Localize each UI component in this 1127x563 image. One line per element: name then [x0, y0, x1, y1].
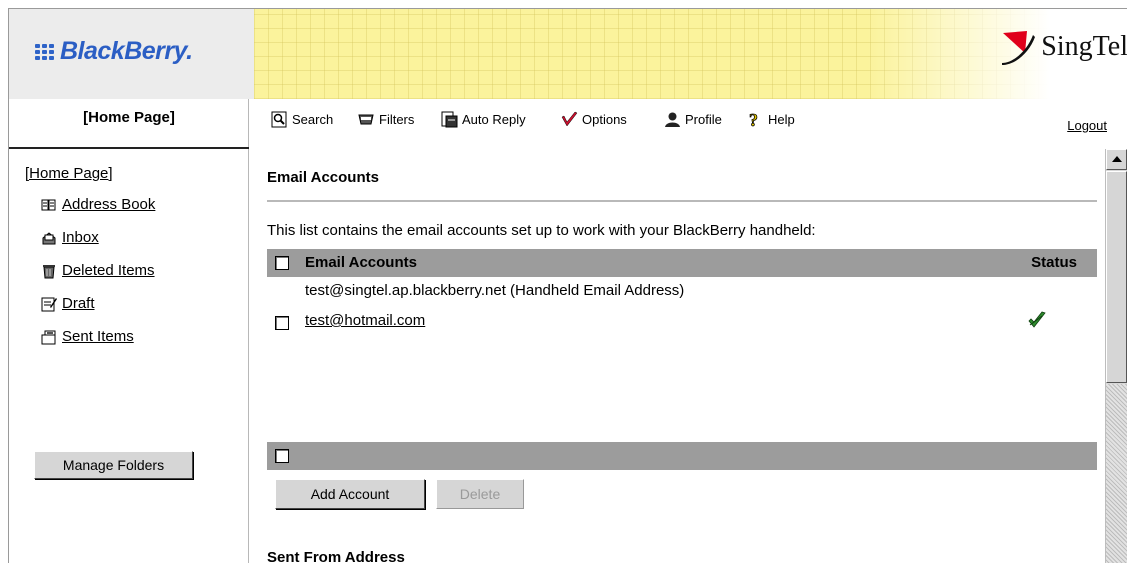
column-header-accounts: Email Accounts [305, 254, 417, 271]
accounts-table-footer [267, 442, 1097, 470]
auto-reply-label: Auto Reply [462, 112, 526, 127]
help-label: Help [768, 112, 795, 127]
select-all-checkbox[interactable] [275, 256, 289, 270]
search-label: Search [292, 112, 334, 127]
filters-label: Filters [379, 112, 415, 127]
toolbar: Search Filters Auto Reply Options Profil… [259, 99, 1127, 149]
draft-icon [41, 297, 57, 311]
sidebar-item-draft[interactable]: Draft [25, 287, 155, 320]
inbox-icon [42, 231, 56, 244]
accounts-table-header: Email Accounts Status [267, 249, 1097, 277]
header-banner: SingTel [254, 9, 1127, 99]
profile-icon [665, 112, 680, 127]
brand-logo-cell: BlackBerry. [9, 9, 254, 99]
tree-home-link[interactable]: [Home Page] [25, 165, 155, 182]
logout-link[interactable]: Logout [1067, 118, 1107, 133]
help-button[interactable]: ? Help [747, 111, 795, 128]
trash-icon [43, 264, 55, 278]
filters-button[interactable]: Filters [358, 111, 414, 128]
table-row: test@singtel.ap.blackberry.net (Handheld… [305, 282, 685, 299]
delete-button[interactable]: Delete [436, 479, 524, 509]
singtel-logo: SingTel [999, 27, 1127, 67]
blackberry-dots-icon [35, 43, 54, 60]
check-icon [1028, 311, 1046, 328]
blackberry-logo: BlackBerry. [35, 37, 193, 66]
sidebar-item-label[interactable]: Address Book [62, 196, 155, 213]
header: BlackBerry. SingTel [9, 9, 1127, 99]
account-checkbox[interactable] [275, 316, 289, 330]
sidebar-item-label[interactable]: Inbox [62, 229, 99, 246]
select-all-footer-checkbox[interactable] [275, 449, 289, 463]
section-description: This list contains the email accounts se… [267, 222, 816, 239]
address-book-icon [41, 199, 56, 210]
singtel-swoosh-icon [1002, 31, 1036, 65]
sidebar-item-address-book[interactable]: Address Book [25, 188, 155, 221]
auto-reply-icon [441, 111, 458, 128]
folder-tree: [Home Page] Address Book Inbox Deleted I… [25, 165, 155, 353]
options-button[interactable]: Options [561, 111, 627, 128]
help-icon: ? [749, 111, 759, 128]
sidebar-item-deleted-items[interactable]: Deleted Items [25, 254, 155, 287]
add-account-button[interactable]: Add Account [275, 479, 425, 509]
sidebar-title: [Home Page] [9, 99, 249, 149]
sidebar-item-label[interactable]: Sent Items [62, 328, 134, 345]
filters-icon [358, 114, 374, 125]
scroll-up-arrow[interactable] [1106, 149, 1127, 170]
auto-reply-button[interactable]: Auto Reply [441, 111, 526, 128]
scroll-track[interactable] [1106, 384, 1127, 563]
section-title: Email Accounts [267, 169, 379, 186]
column-header-status: Status [1031, 254, 1077, 271]
search-icon [271, 111, 287, 128]
account-link[interactable]: test@hotmail.com [305, 312, 425, 329]
vertical-scrollbar[interactable] [1105, 149, 1127, 563]
blackberry-logo-text: BlackBerry. [60, 37, 193, 65]
profile-button[interactable]: Profile [664, 111, 722, 128]
sidebar-item-label[interactable]: Draft [62, 295, 95, 312]
sent-from-title: Sent From Address [267, 549, 405, 563]
svg-text:?: ? [749, 111, 758, 128]
sidebar-item-inbox[interactable]: Inbox [25, 221, 155, 254]
sidebar-item-label[interactable]: Deleted Items [62, 262, 155, 279]
app-frame: BlackBerry. SingTel [Home Page] [Home Pa… [8, 8, 1127, 563]
section-divider [267, 200, 1097, 202]
profile-label: Profile [685, 112, 722, 127]
search-button[interactable]: Search [271, 111, 333, 128]
sent-items-icon [41, 330, 56, 344]
scroll-thumb[interactable] [1106, 171, 1127, 383]
manage-folders-button[interactable]: Manage Folders [34, 451, 193, 479]
sidebar-item-sent-items[interactable]: Sent Items [25, 320, 155, 353]
singtel-logo-text: SingTel [1041, 31, 1127, 62]
main-content: Email Accounts This list contains the em… [259, 149, 1097, 563]
options-icon [561, 111, 578, 127]
options-label: Options [582, 112, 627, 127]
sidebar: [Home Page] [Home Page] Address Book Inb… [9, 99, 249, 563]
